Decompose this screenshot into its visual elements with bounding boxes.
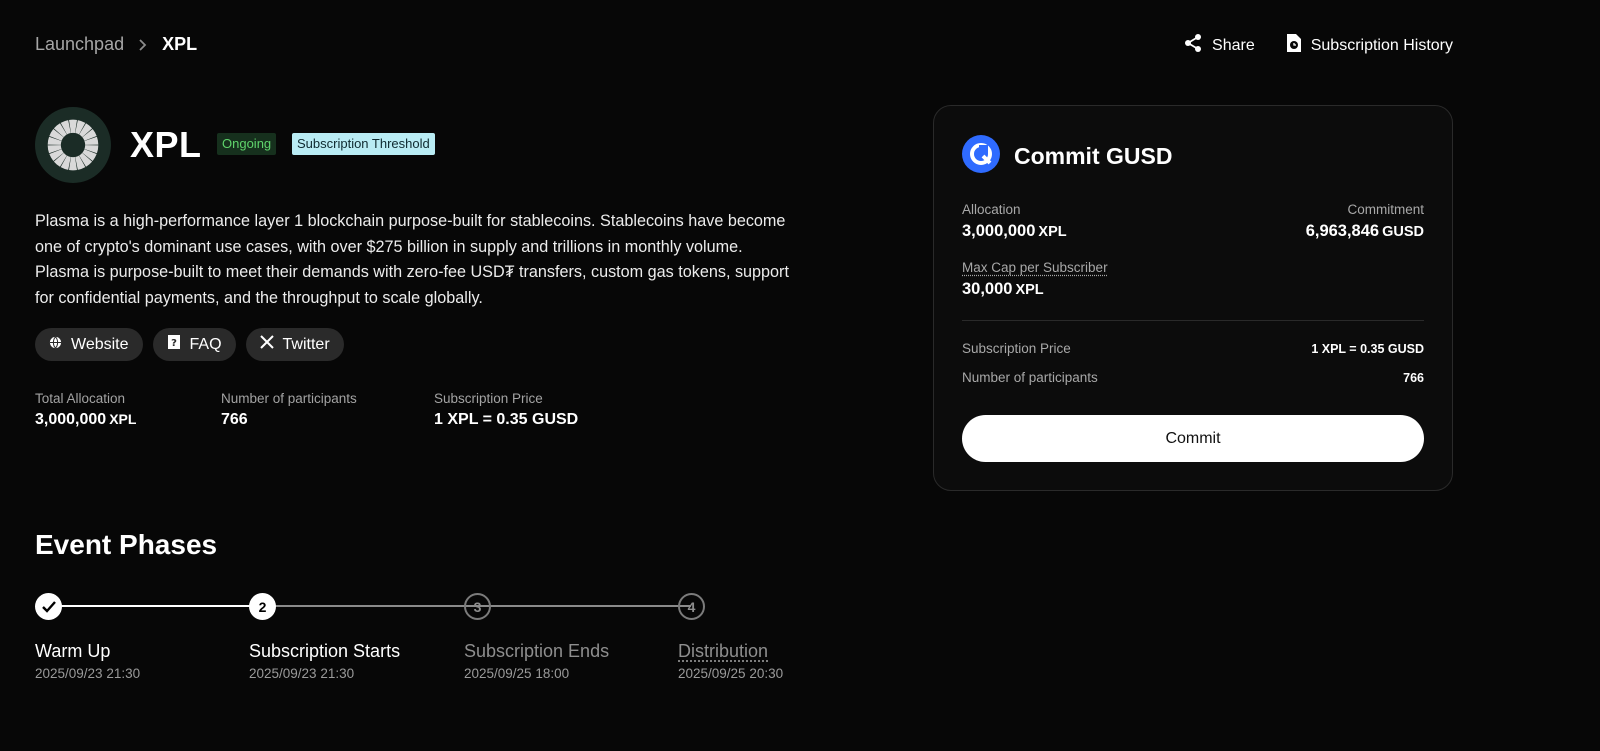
phase-2-name: Subscription Starts bbox=[249, 641, 401, 661]
commitment-number: 6,963,846 bbox=[1305, 222, 1380, 240]
threshold-badge: Subscription Threshold bbox=[292, 133, 435, 155]
share-label: Share bbox=[1212, 36, 1255, 54]
phase-connector-1 bbox=[48, 605, 262, 607]
card-participants-row: Number of participants 766 bbox=[962, 370, 1424, 385]
chevron-right-icon bbox=[138, 38, 148, 51]
project-links: Website ? FAQ Twitter bbox=[35, 328, 344, 361]
check-icon bbox=[41, 600, 56, 613]
website-label: Website bbox=[71, 335, 129, 353]
max-cap-number: 30,000 bbox=[962, 280, 1013, 298]
card-divider bbox=[962, 320, 1424, 321]
commitment-value: 6,963,846 GUSD bbox=[1306, 222, 1424, 241]
phase-1-date: 2025/09/23 21:30 bbox=[35, 666, 141, 681]
phase-1-name: Warm Up bbox=[35, 641, 111, 661]
phase-3-name: Subscription Ends bbox=[464, 641, 610, 661]
twitter-link[interactable]: Twitter bbox=[245, 328, 344, 361]
history-icon bbox=[1285, 33, 1302, 58]
twitter-label: Twitter bbox=[282, 335, 330, 353]
stat-price: Subscription Price 1 XPL = 0.35 GUSD bbox=[434, 391, 578, 429]
stat-number: 3,000,000 bbox=[35, 411, 107, 428]
commit-card: Commit GUSD Allocation 3,000,000 XPL Comm… bbox=[933, 105, 1453, 491]
status-badge: Ongoing bbox=[217, 133, 277, 155]
max-cap-value: 30,000 XPL bbox=[962, 280, 1108, 299]
project-description: Plasma is a high-performance layer 1 blo… bbox=[35, 212, 789, 307]
breadcrumb-launchpad[interactable]: Launchpad bbox=[35, 34, 124, 55]
card-commitment: Commitment 6,963,846 GUSD bbox=[1306, 202, 1424, 241]
stat-value: 3,000,000 XPL bbox=[35, 411, 136, 429]
max-cap-unit: XPL bbox=[1015, 282, 1044, 298]
history-label: Subscription History bbox=[1310, 36, 1453, 54]
card-price-row: Subscription Price 1 XPL = 0.35 GUSD bbox=[962, 341, 1424, 356]
project-logo bbox=[35, 107, 111, 183]
faq-link[interactable]: ? FAQ bbox=[152, 328, 236, 361]
share-icon bbox=[1183, 33, 1203, 58]
stat-label: Total Allocation bbox=[35, 391, 126, 406]
phase-2-node: 2 bbox=[249, 593, 276, 620]
top-actions: Share Subscription History bbox=[1183, 33, 1453, 58]
allocation-label: Allocation bbox=[962, 202, 1021, 217]
card-max-cap: Max Cap per Subscriber 30,000 XPL bbox=[962, 260, 1108, 299]
stat-value: 1 XPL = 0.35 GUSD bbox=[434, 411, 579, 428]
allocation-number: 3,000,000 bbox=[962, 222, 1036, 240]
gusd-icon bbox=[962, 135, 1000, 178]
subscription-history-button[interactable]: Subscription History bbox=[1285, 33, 1453, 58]
phase-4-name[interactable]: Distribution bbox=[678, 641, 768, 662]
commitment-label: Commitment bbox=[1347, 202, 1424, 217]
commit-button[interactable]: Commit bbox=[962, 415, 1424, 462]
breadcrumb: Launchpad XPL bbox=[35, 34, 197, 55]
x-icon bbox=[259, 335, 274, 354]
commitment-unit: GUSD bbox=[1382, 224, 1424, 240]
phase-3-node: 3 bbox=[464, 593, 491, 620]
allocation-value: 3,000,000 XPL bbox=[962, 222, 1067, 241]
phase-connector-3 bbox=[477, 605, 691, 607]
stat-total-allocation: Total Allocation 3,000,000 XPL bbox=[35, 391, 136, 429]
phase-3-date: 2025/09/25 18:00 bbox=[464, 666, 570, 681]
svg-text:?: ? bbox=[171, 338, 177, 349]
phase-1-node bbox=[35, 593, 62, 620]
max-cap-label[interactable]: Max Cap per Subscriber bbox=[962, 260, 1108, 275]
phase-4-node: 4 bbox=[678, 593, 705, 620]
faq-icon: ? bbox=[167, 334, 181, 355]
stat-unit: XPL bbox=[109, 411, 137, 427]
participants-value: 766 bbox=[1403, 370, 1424, 385]
price-value: 1 XPL = 0.35 GUSD bbox=[1311, 341, 1424, 356]
project-title: XPL bbox=[130, 124, 202, 165]
breadcrumb-current: XPL bbox=[162, 34, 198, 54]
globe-icon bbox=[49, 336, 62, 354]
card-allocation: Allocation 3,000,000 XPL bbox=[962, 202, 1067, 241]
plasma-logo-icon bbox=[47, 119, 99, 171]
stat-value: 766 bbox=[221, 411, 248, 428]
stat-label: Subscription Price bbox=[434, 391, 543, 406]
phase-4-date: 2025/09/25 20:30 bbox=[678, 666, 784, 681]
participants-label: Number of participants bbox=[962, 370, 1098, 385]
phase-2-date: 2025/09/23 21:30 bbox=[249, 666, 355, 681]
event-phases-title: Event Phases bbox=[35, 529, 218, 560]
card-title: Commit GUSD bbox=[1014, 143, 1173, 169]
phase-connector-2 bbox=[262, 605, 477, 607]
card-header: Commit GUSD bbox=[962, 135, 1172, 178]
faq-label: FAQ bbox=[189, 335, 222, 353]
share-button[interactable]: Share bbox=[1183, 33, 1255, 58]
stat-participants: Number of participants 766 bbox=[221, 391, 357, 429]
stat-label: Number of participants bbox=[221, 391, 357, 406]
website-link[interactable]: Website bbox=[35, 328, 143, 361]
price-label: Subscription Price bbox=[962, 341, 1071, 356]
allocation-unit: XPL bbox=[1038, 224, 1067, 240]
